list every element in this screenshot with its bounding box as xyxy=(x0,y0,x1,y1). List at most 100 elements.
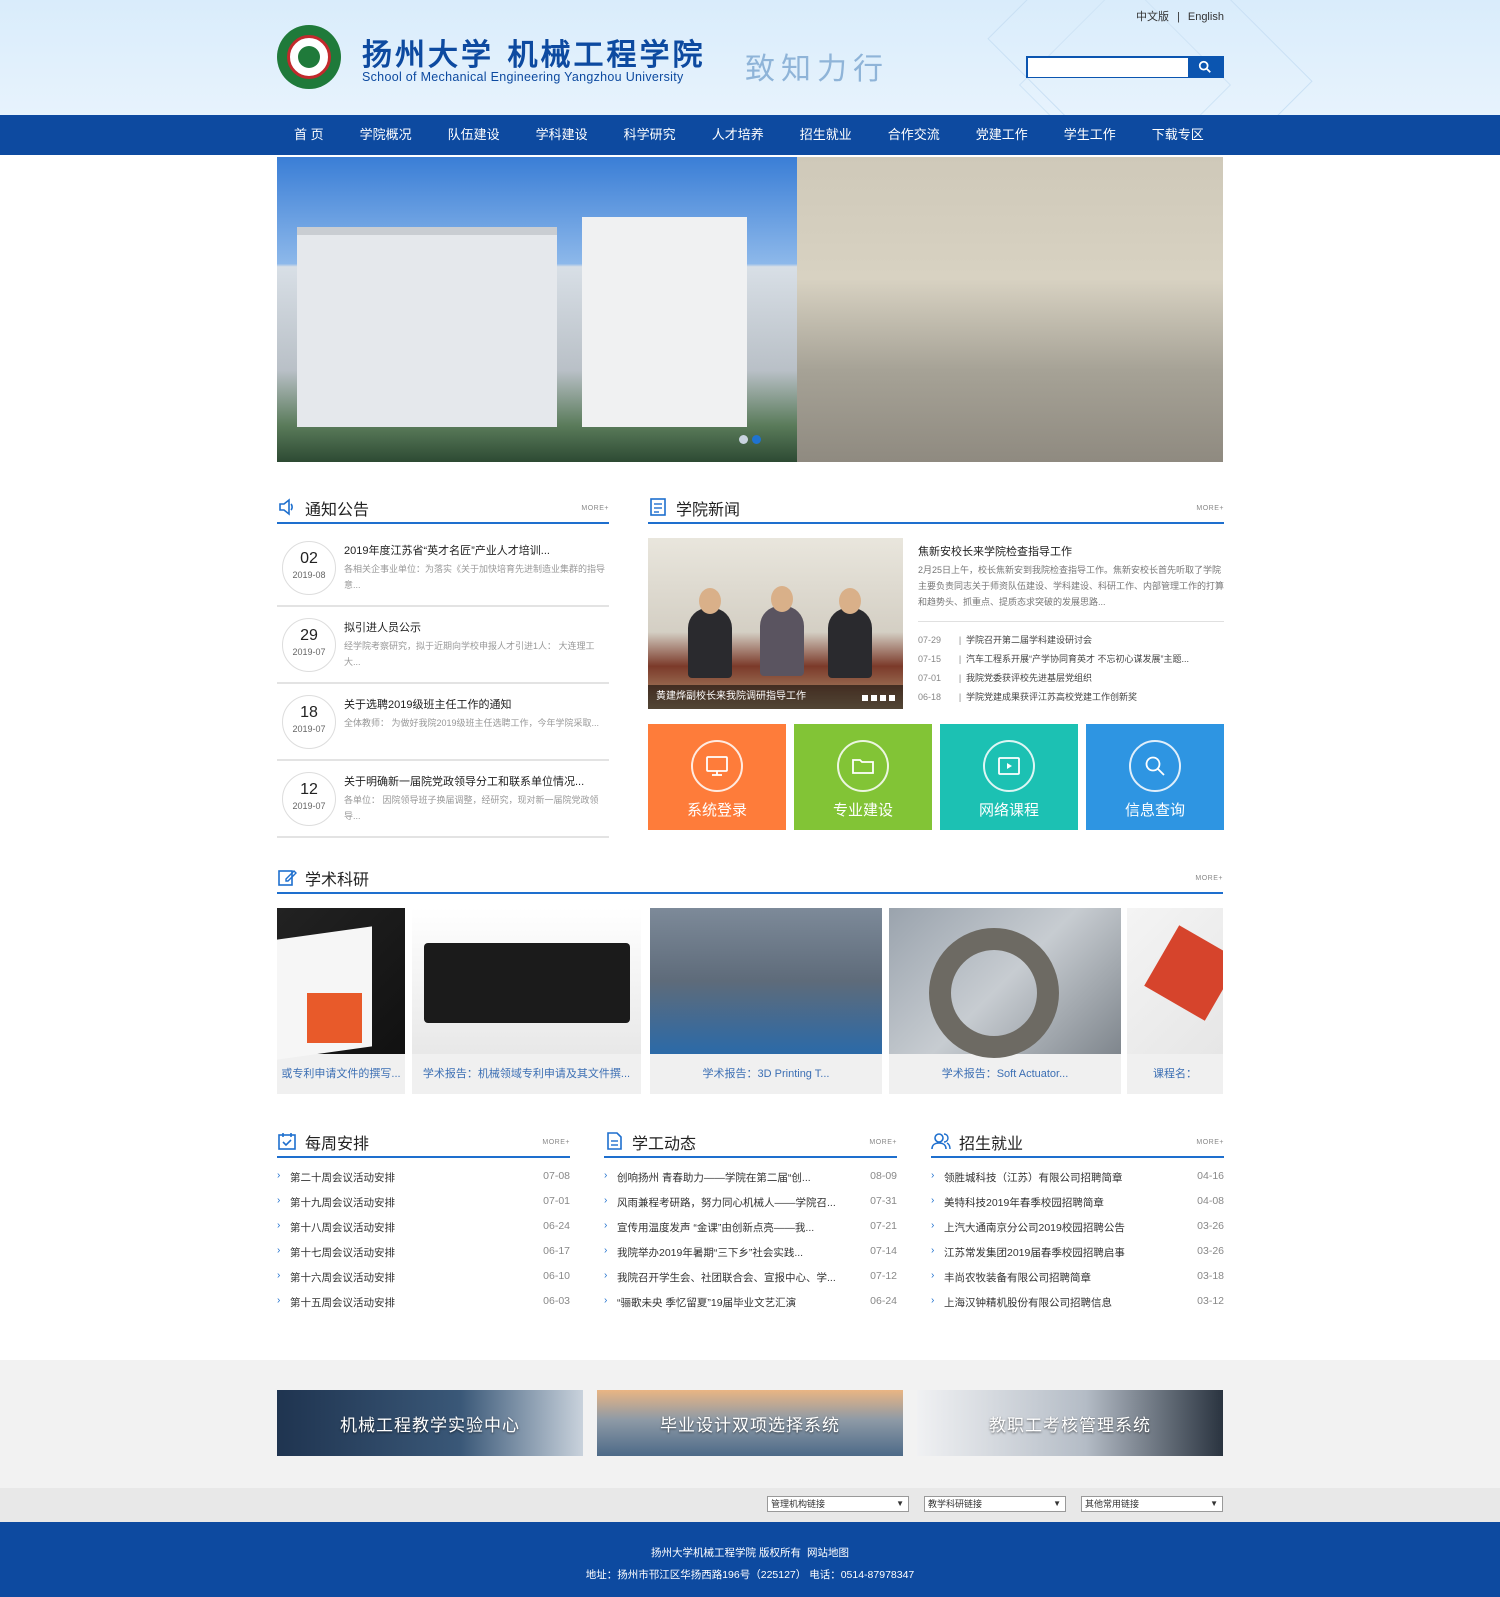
weekly-item-title: 第十五周会议活动安排 xyxy=(290,1297,395,1309)
news-headline[interactable]: 焦新安校长来学院检查指导工作 xyxy=(918,543,1072,559)
news-list-item[interactable]: 07-01 | 我院党委获评校先进基层党组织 xyxy=(918,671,1224,690)
research-card[interactable]: 或专利申请文件的撰写... xyxy=(277,908,405,1094)
notices-header: 通知公告 MORE+ xyxy=(277,492,609,524)
system-link-banner[interactable]: 机械工程教学实验中心 xyxy=(277,1390,583,1456)
research-caption[interactable]: 学术报告：Soft Actuator... xyxy=(889,1054,1121,1094)
nav-item[interactable]: 人才培养 xyxy=(694,115,782,155)
jobs-list-item[interactable]: › 上海汉钟精机股份有限公司招聘信息 03-12 xyxy=(931,1295,1224,1320)
banner-carousel[interactable] xyxy=(277,157,1223,462)
research-card[interactable]: 课程名： xyxy=(1127,908,1223,1094)
jobs-item-date: 04-16 xyxy=(1197,1170,1224,1182)
notice-title[interactable]: 2019年度江苏省“英才名匠”产业人才培训... xyxy=(344,542,550,558)
news-item-title: 学院召开第二届学科建设研讨会 xyxy=(966,635,1093,645)
quick-tile[interactable]: 专业建设 xyxy=(794,724,932,830)
weekly-list-item[interactable]: › 第十七周会议活动安排 06-17 xyxy=(277,1245,570,1270)
news-list-item[interactable]: 06-18 | 学院党建成果获评江苏高校党建工作创新奖 xyxy=(918,690,1224,709)
notice-year-month: 2019-07 xyxy=(292,647,326,657)
sitemap-link[interactable]: 网站地图 xyxy=(807,1547,849,1559)
chevron-right-icon: › xyxy=(604,1195,608,1206)
chevron-right-icon: › xyxy=(931,1170,935,1181)
jobs-list-item[interactable]: › 美特科技2019年春季校园招聘简章 04-08 xyxy=(931,1195,1224,1220)
jobs-list-item[interactable]: › 江苏常发集团2019届春季校园招聘启事 03-26 xyxy=(931,1245,1224,1270)
research-caption[interactable]: 课程名： xyxy=(1127,1054,1223,1094)
jobs-title: 招生就业 xyxy=(959,1136,1024,1153)
nav-item[interactable]: 党建工作 xyxy=(958,115,1046,155)
notices-more-link[interactable]: MORE+ xyxy=(581,505,609,512)
weekly-item-date: 06-17 xyxy=(543,1245,570,1257)
student-list-item[interactable]: › 我院举办2019年暑期“三下乡”社会实践... 07-14 xyxy=(604,1245,897,1270)
nav-item[interactable]: 队伍建设 xyxy=(430,115,518,155)
jobs-more-link[interactable]: MORE+ xyxy=(1196,1139,1224,1146)
folder-icon xyxy=(837,740,889,792)
chevron-right-icon: › xyxy=(931,1220,935,1231)
research-card[interactable]: 学术报告：Soft Actuator... xyxy=(889,908,1121,1094)
student-more-link[interactable]: MORE+ xyxy=(869,1139,897,1146)
news-list-item[interactable]: 07-29 | 学院召开第二届学科建设研讨会 xyxy=(918,633,1224,652)
document-icon xyxy=(607,1132,622,1150)
notice-day: 29 xyxy=(300,627,318,644)
notice-item[interactable]: 12 2019-07 关于明确新一届院党政领导分工和联系单位情况... 各单位： 因院… xyxy=(277,761,609,838)
system-link-banner[interactable]: 毕业设计双项选择系统 xyxy=(597,1390,903,1456)
research-caption[interactable]: 学术报告：3D Printing T... xyxy=(650,1054,882,1094)
quick-tile[interactable]: 网络课程 xyxy=(940,724,1078,830)
weekly-item-title: 第十七周会议活动安排 xyxy=(290,1247,395,1259)
student-list-item[interactable]: › 我院召开学生会、社团联合会、宣报中心、学... 07-12 xyxy=(604,1270,897,1295)
notice-item[interactable]: 02 2019-08 2019年度江苏省“英才名匠”产业人才培训... 各相关企事业单… xyxy=(277,530,609,607)
research-image xyxy=(412,908,641,1054)
notice-title[interactable]: 关于明确新一届院党政领导分工和联系单位情况... xyxy=(344,773,584,789)
weekly-item-date: 06-24 xyxy=(543,1220,570,1232)
weekly-list-item[interactable]: › 第二十周会议活动安排 07-08 xyxy=(277,1170,570,1195)
student-list-item[interactable]: › “骊歌未央 季忆留夏”19届毕业文艺汇演 06-24 xyxy=(604,1295,897,1320)
student-list-item[interactable]: › 风雨兼程考研路，努力同心机械人——学院召... 07-31 xyxy=(604,1195,897,1220)
research-caption[interactable]: 学术报告：机械领域专利申请及其文件撰... xyxy=(412,1054,641,1094)
weekly-title: 每周安排 xyxy=(305,1136,370,1153)
quick-tile[interactable]: 信息查询 xyxy=(1086,724,1224,830)
weekly-list-item[interactable]: › 第十八周会议活动安排 06-24 xyxy=(277,1220,570,1245)
link-dropdown[interactable]: 管理机构链接 ▼ xyxy=(767,1496,909,1512)
student-list-item[interactable]: › 宣传用温度发声 “金课”由创新点亮——我... 07-21 xyxy=(604,1220,897,1245)
nav-item[interactable]: 学院概况 xyxy=(342,115,430,155)
notice-title[interactable]: 拟引进人员公示 xyxy=(344,619,421,635)
news-title: 学院新闻 xyxy=(676,502,741,519)
nav-item[interactable]: 招生就业 xyxy=(782,115,870,155)
research-card[interactable]: 学术报告：3D Printing T... xyxy=(650,908,882,1094)
nav-item[interactable]: 学生工作 xyxy=(1046,115,1134,155)
jobs-list-item[interactable]: › 领胜城科技（江苏）有限公司招聘简章 04-16 xyxy=(931,1170,1224,1195)
search-box xyxy=(1026,56,1224,78)
research-card[interactable]: 学术报告：机械领域专利申请及其文件撰... xyxy=(412,908,641,1094)
link-dropdown[interactable]: 其他常用链接 ▼ xyxy=(1081,1496,1223,1512)
quick-tile[interactable]: 系统登录 xyxy=(648,724,786,830)
nav-item[interactable]: 合作交流 xyxy=(870,115,958,155)
link-dropdown-label: 教学科研链接 xyxy=(928,1499,983,1509)
weekly-list-item[interactable]: › 第十五周会议活动安排 06-03 xyxy=(277,1295,570,1320)
jobs-list-item[interactable]: › 上汽大通南京分公司2019校园招聘公告 03-26 xyxy=(931,1220,1224,1245)
research-more-link[interactable]: MORE+ xyxy=(1195,875,1223,882)
news-list-item[interactable]: 07-15 | 汽车工程系开展“产学协同育英才 不忘初心谋发展”主题... xyxy=(918,652,1224,671)
system-link-banner[interactable]: 教职工考核管理系统 xyxy=(917,1390,1223,1456)
weekly-list-item[interactable]: › 第十九周会议活动安排 07-01 xyxy=(277,1195,570,1220)
news-more-link[interactable]: MORE+ xyxy=(1196,505,1224,512)
lang-cn-link[interactable]: 中文版 xyxy=(1132,11,1173,23)
nav-item[interactable]: 学科建设 xyxy=(518,115,606,155)
jobs-list-item[interactable]: › 丰尚农牧装备有限公司招聘简章 03-18 xyxy=(931,1270,1224,1295)
nav-item[interactable]: 科学研究 xyxy=(606,115,694,155)
nav-item[interactable]: 下载专区 xyxy=(1134,115,1222,155)
carousel-dot[interactable] xyxy=(739,435,748,444)
student-list-item[interactable]: › 创响扬州 青春助力——学院在第二届“创... 08-09 xyxy=(604,1170,897,1195)
search-button[interactable] xyxy=(1188,58,1222,76)
link-dropdown[interactable]: 教学科研链接 ▼ xyxy=(924,1496,1066,1512)
notice-item[interactable]: 29 2019-07 拟引进人员公示 经学院考察研究，拟于近期向学校申报人才引进1人：… xyxy=(277,607,609,684)
weekly-more-link[interactable]: MORE+ xyxy=(542,1139,570,1146)
speaker-icon xyxy=(279,498,293,516)
student-item-date: 06-24 xyxy=(870,1295,897,1307)
nav-item[interactable]: 首 页 xyxy=(277,115,342,155)
search-input[interactable] xyxy=(1028,59,1188,77)
notice-item[interactable]: 18 2019-07 关于选聘2019级班主任工作的通知 全体教师： 为做好我院201… xyxy=(277,684,609,761)
carousel-dot-active[interactable] xyxy=(752,435,761,444)
news-photo[interactable]: 黄建烨副校长来我院调研指导工作 xyxy=(648,538,903,709)
lang-en-link[interactable]: English xyxy=(1184,11,1228,23)
university-seal-logo[interactable] xyxy=(277,25,341,89)
research-caption[interactable]: 或专利申请文件的撰写... xyxy=(277,1054,405,1094)
notice-title[interactable]: 关于选聘2019级班主任工作的通知 xyxy=(344,696,511,712)
weekly-list-item[interactable]: › 第十六周会议活动安排 06-10 xyxy=(277,1270,570,1295)
